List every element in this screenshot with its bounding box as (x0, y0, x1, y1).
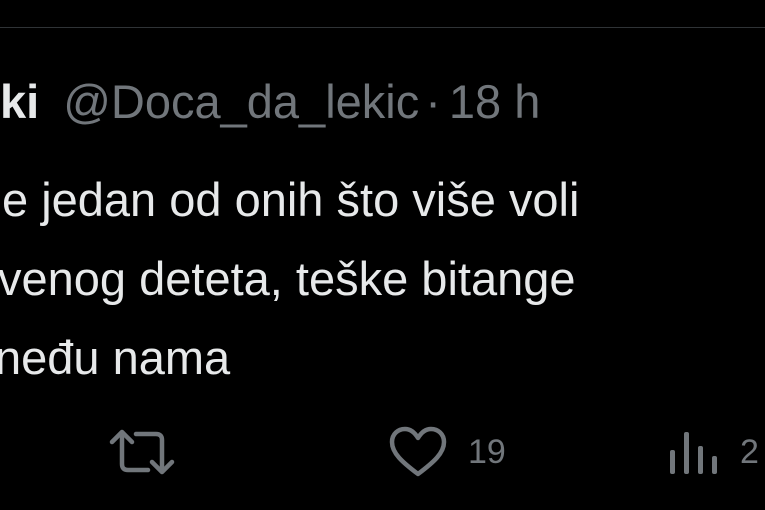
tweet-timestamp[interactable]: 18 h (449, 72, 540, 132)
heart-icon (388, 426, 448, 478)
author-name[interactable]: ki (0, 72, 39, 132)
tweet-actions: 19 2 (0, 424, 765, 480)
views-count: 2 (740, 432, 759, 471)
views-icon (668, 428, 720, 476)
retweet-button[interactable] (108, 424, 196, 480)
tweet-screenshot: ki @Doca_da_lekic · 18 h e jedan od onih… (0, 0, 765, 510)
tweet-text: e jedan od onih što više voli venog dete… (0, 160, 765, 397)
separator-dot: · (425, 75, 441, 128)
tweet-text-line: venog deteta, teške bitange (0, 252, 576, 305)
views-button[interactable]: 2 (668, 424, 759, 480)
retweet-icon (108, 428, 176, 476)
tweet-text-line: e jedan od onih što više voli (2, 173, 580, 226)
top-divider (0, 27, 765, 28)
like-button[interactable]: 19 (388, 424, 506, 480)
author-handle[interactable]: @Doca_da_lekic (63, 72, 419, 132)
tweet-header: ki @Doca_da_lekic · 18 h (0, 72, 540, 132)
like-count: 19 (468, 432, 506, 471)
tweet-text-line: neđu nama (0, 331, 231, 384)
